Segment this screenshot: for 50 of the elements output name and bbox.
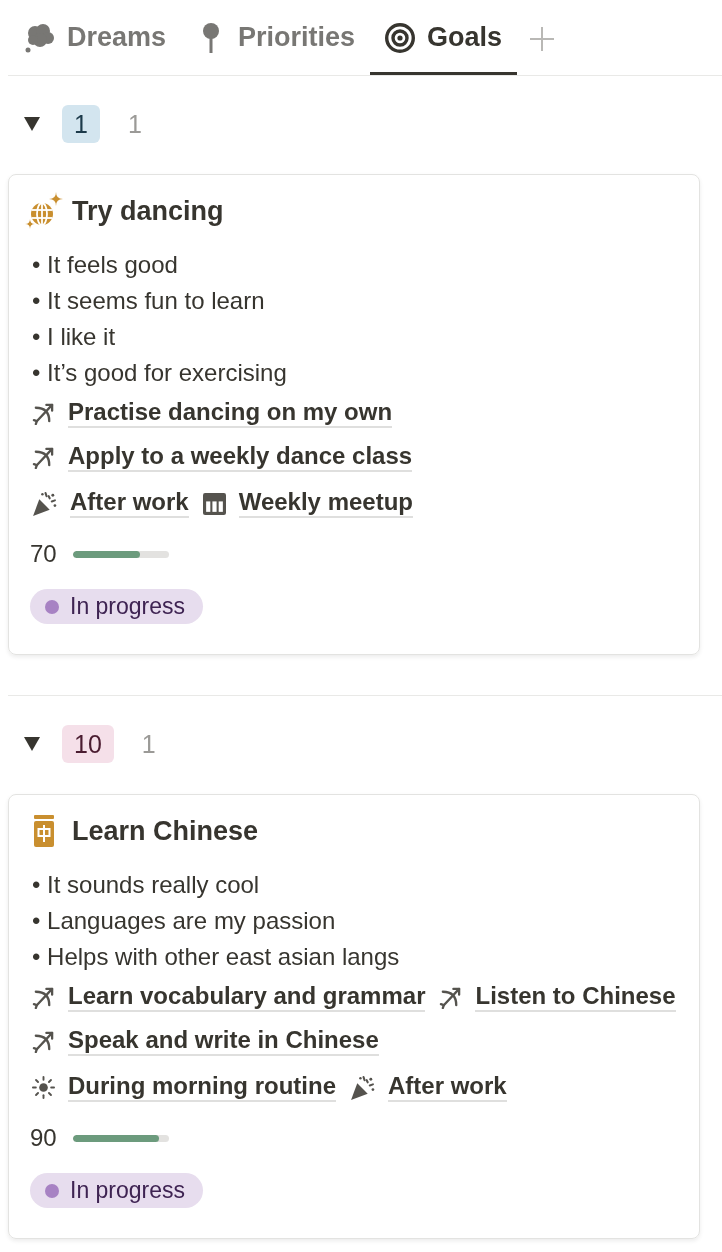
sun-icon: [32, 1075, 55, 1099]
bow-and-arrow-icon: [32, 445, 55, 469]
description-line: • Languages are my passion: [32, 906, 337, 936]
description-line: • It’s good for exercising: [32, 358, 288, 388]
description-line: • It seems fun to learn: [32, 286, 266, 316]
project-link[interactable]: Learn vocabulary and grammar: [68, 982, 426, 1012]
plus-icon: [530, 26, 555, 51]
tab[interactable]: Priorities: [181, 0, 371, 75]
thought-cloud-icon: [25, 22, 55, 53]
goal-card[interactable]: [8, 794, 700, 1239]
project-link[interactable]: Speak and write in Chinese: [68, 1026, 379, 1056]
status-tag[interactable]: In progress: [30, 1173, 204, 1208]
disco-ball-icon: [25, 192, 63, 230]
description-line: • It sounds really cool: [32, 870, 261, 900]
party-popper-icon: [350, 1074, 375, 1100]
description-line: • I like it: [32, 322, 117, 352]
goal-card[interactable]: Try dancing • It feels good • It seems fun to learn • I like it • It’s good for exercising Practise dancing on my own Apply to a weekly dance class After work Weekly meetup 70 In progress: [8, 174, 700, 655]
project-link[interactable]: Listen to Chinese: [475, 982, 676, 1012]
time-link[interactable]: After work: [70, 488, 189, 518]
target-icon: [385, 22, 416, 53]
group-label: 10: [62, 725, 114, 763]
description-line: • It feels good: [32, 250, 179, 280]
status-label: In progress: [70, 1177, 186, 1204]
bow-and-arrow-icon: [439, 985, 463, 1009]
tab[interactable]: Goals: [370, 0, 518, 75]
group-count: 1: [127, 109, 142, 139]
progress-value: 90: [30, 1124, 57, 1152]
bow-and-arrow-icon: [32, 985, 55, 1009]
bow-and-arrow-icon: [32, 401, 55, 425]
bow-and-arrow-icon: [32, 1029, 55, 1053]
time-link[interactable]: Weekly meetup: [238, 488, 413, 518]
group-label: 1: [62, 105, 100, 143]
progress-value: 70: [30, 540, 57, 568]
tile-icon: [34, 815, 54, 847]
caret-icon[interactable]: [24, 736, 40, 752]
group-count: 1: [141, 729, 156, 759]
project-link[interactable]: Practise dancing on my own: [68, 398, 393, 428]
calendar-icon: [202, 491, 226, 515]
tab[interactable]: Dreams: [10, 0, 182, 75]
card-title: Learn Chinese: [72, 815, 259, 847]
caret-icon[interactable]: [24, 116, 40, 132]
status-label: In progress: [70, 593, 186, 620]
status-tag[interactable]: In progress: [30, 589, 204, 624]
description-line: • Helps with other east asian langs: [32, 942, 401, 972]
project-link[interactable]: Apply to a weekly dance class: [68, 442, 413, 472]
pushpin-icon: [203, 22, 220, 53]
time-link[interactable]: After work: [388, 1072, 507, 1102]
card-title: Try dancing: [72, 195, 224, 227]
time-link[interactable]: During morning routine: [68, 1072, 336, 1102]
party-popper-icon: [32, 490, 57, 516]
